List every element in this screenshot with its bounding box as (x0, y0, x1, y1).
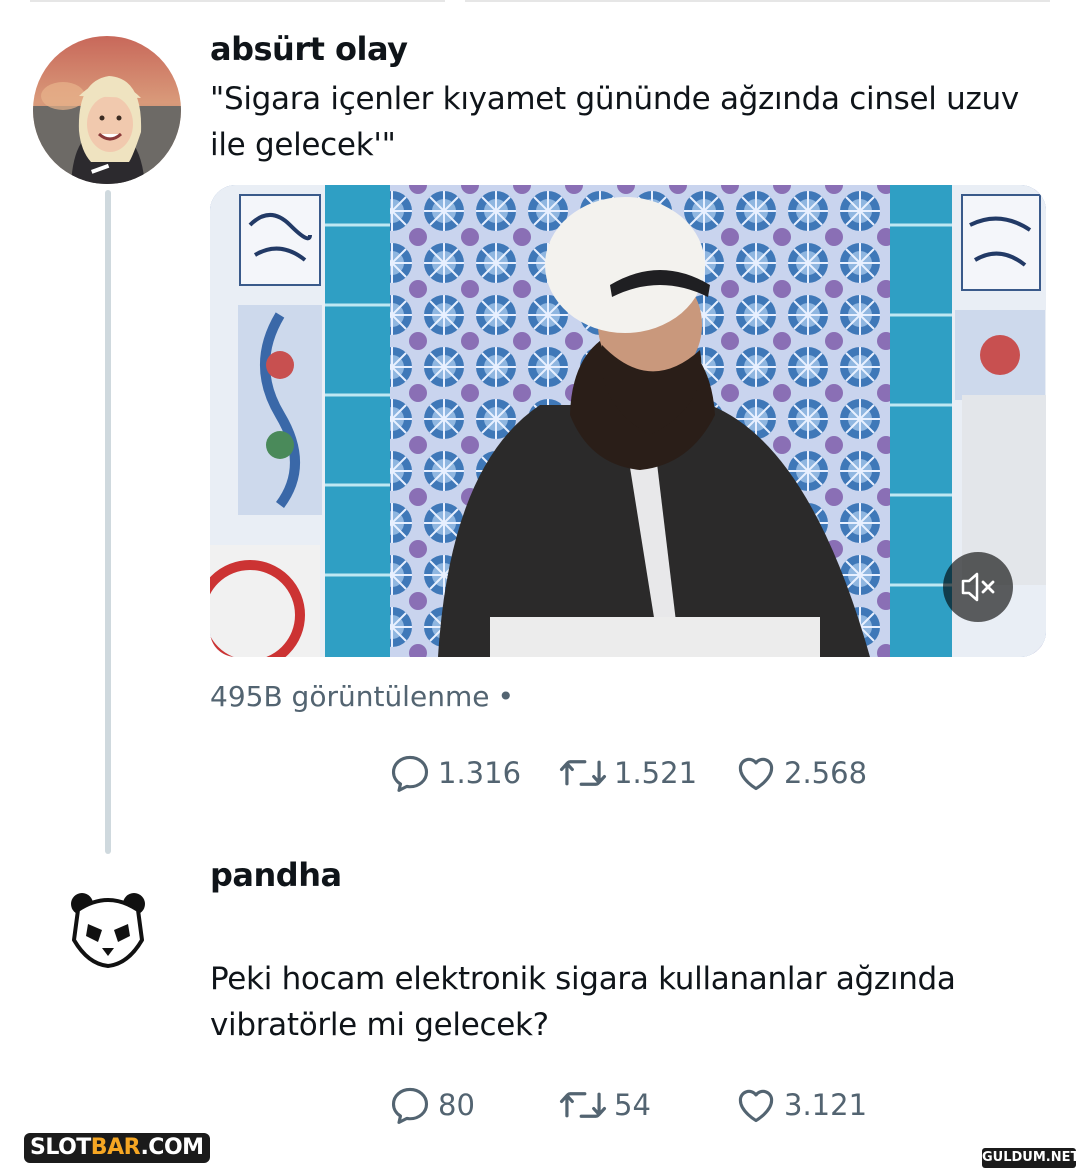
tweet-text: "Sigara içenler kıyamet gününde ağzında … (210, 76, 1040, 168)
view-count: 495B görüntülenme • (210, 680, 514, 713)
like-button[interactable]: 2.568 (734, 748, 867, 798)
view-count-text: 495B görüntülenme (210, 680, 490, 713)
panda-logo-icon (71, 893, 145, 968)
tweet-text-line: "Sigara içenler kıyamet gününde ağzında … (210, 81, 1019, 117)
reply-button[interactable]: 1.316 (388, 748, 521, 798)
reply-count: 80 (438, 1088, 475, 1122)
slotbar-watermark: SLOTBAR.COM (24, 1133, 210, 1163)
speaker-muted-icon (961, 572, 995, 602)
video-frame (210, 185, 1046, 657)
like-button[interactable]: 3.121 (734, 1080, 867, 1130)
like-count: 2.568 (784, 756, 868, 790)
like-count: 3.121 (784, 1088, 868, 1122)
tweet-text-line: vibratörle mi gelecek? (210, 1007, 549, 1043)
tweet-actions: 1.316 1.521 2.568 (0, 748, 1080, 798)
tweet-text: Peki hocam elektronik sigara kullananlar… (210, 956, 1040, 1048)
mute-button[interactable] (943, 552, 1013, 622)
heart-icon (738, 1089, 774, 1123)
reply-bubble-icon (391, 755, 429, 792)
tweet-text-line: Peki hocam elektronik sigara kullananlar… (210, 961, 956, 997)
guldum-watermark: GULDUM.NET (982, 1148, 1079, 1168)
author-avatar-absurt-olay[interactable] (33, 36, 181, 184)
top-divider (0, 0, 1080, 3)
author-name[interactable]: absürt olay (210, 30, 408, 68)
tweet-actions: 80 54 3.121 (0, 1080, 1080, 1130)
retweet-button[interactable]: 54 (558, 1080, 651, 1130)
heart-icon (738, 757, 774, 791)
retweet-icon (559, 1092, 607, 1118)
retweet-count: 54 (614, 1088, 651, 1122)
retweet-count: 1.521 (614, 756, 698, 790)
reply-button[interactable]: 80 (388, 1080, 475, 1130)
reply-count: 1.316 (438, 756, 522, 790)
tweet-text-line: ile gelecek'" (210, 127, 396, 163)
retweet-icon (559, 760, 607, 786)
reply-bubble-icon (391, 1087, 429, 1124)
view-separator: • (497, 680, 514, 713)
author-avatar-pandha[interactable] (68, 890, 148, 970)
retweet-button[interactable]: 1.521 (558, 748, 697, 798)
tweet-video[interactable] (210, 185, 1046, 657)
author-name[interactable]: pandha (210, 856, 342, 894)
